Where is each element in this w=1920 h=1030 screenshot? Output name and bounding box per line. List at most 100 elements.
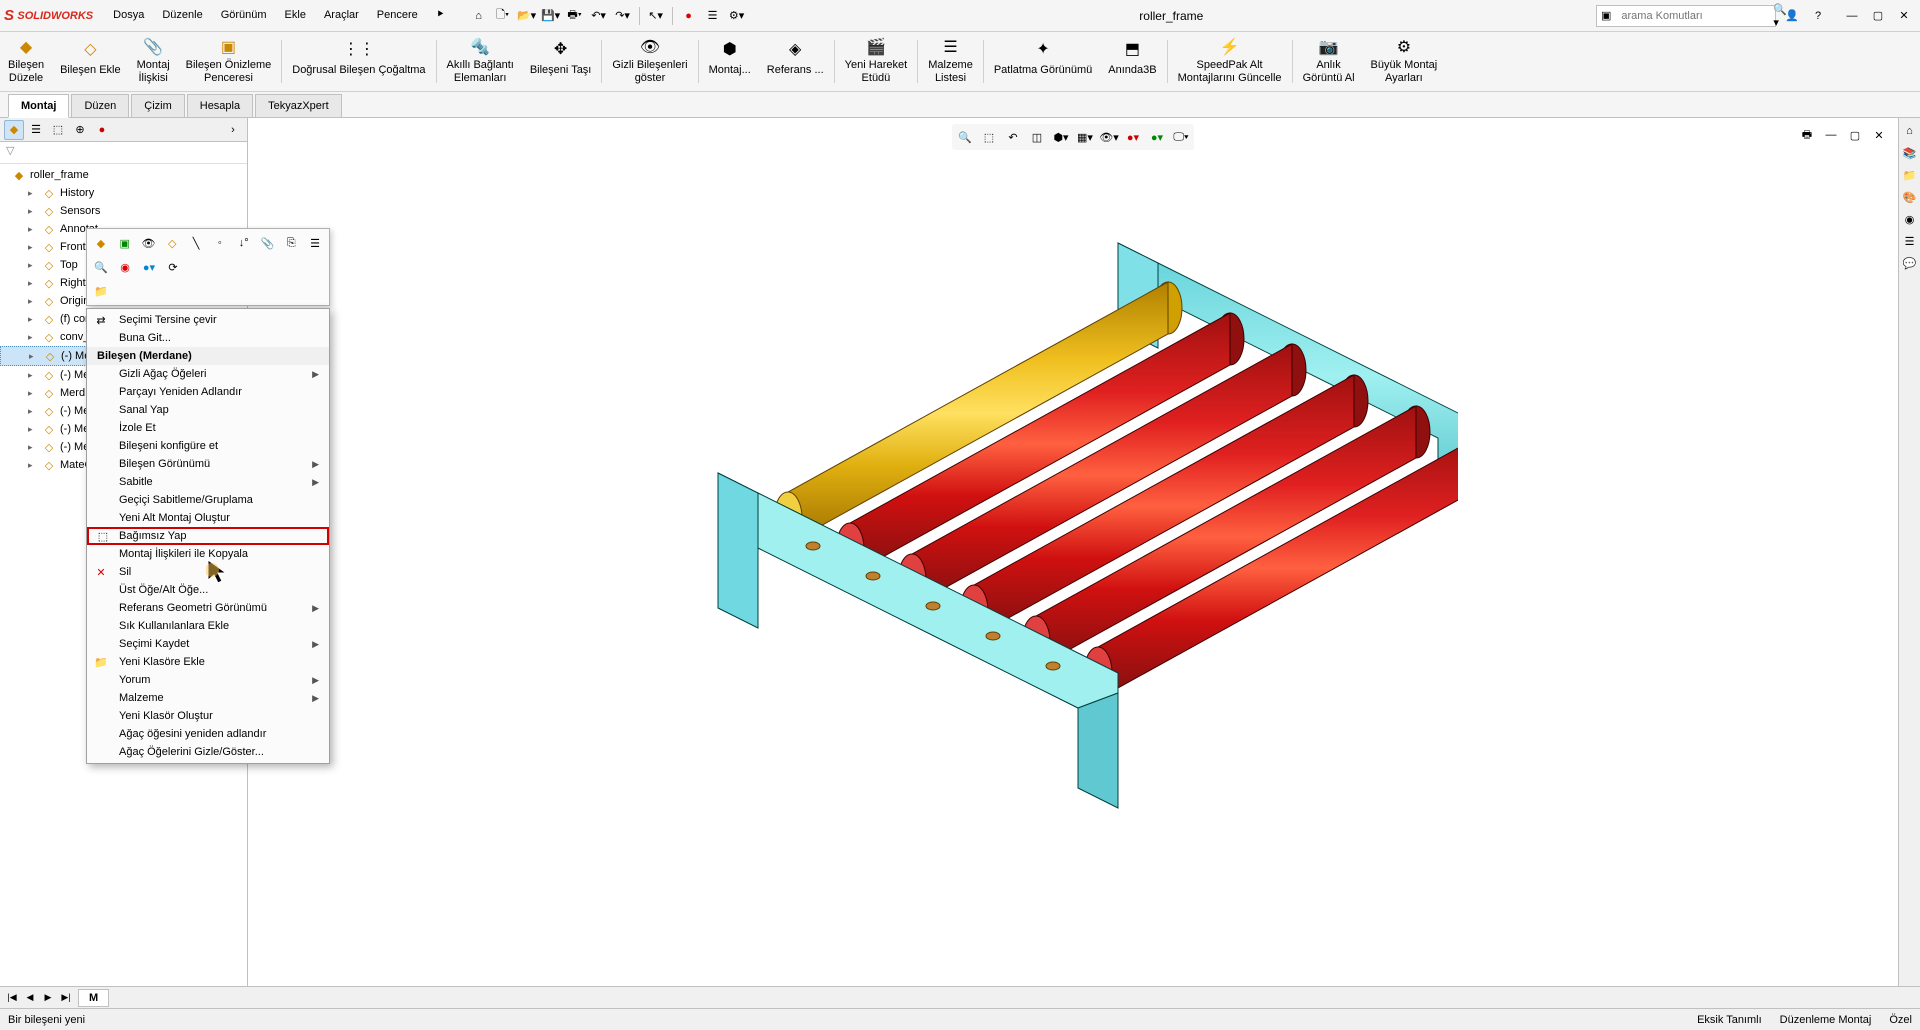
ribbon-show-hidden[interactable]: 👁Gizli Bileşenleri göster (604, 36, 695, 87)
minimize-button[interactable]: — (1840, 6, 1864, 26)
cm-item[interactable]: Yorum▶ (87, 671, 329, 689)
cm-item[interactable]: Seçimi Kaydet▶ (87, 635, 329, 653)
ctx-suppress-icon[interactable]: ╲ (186, 233, 206, 253)
cm-item[interactable]: Geçiçi Sabitleme/Gruplama (87, 491, 329, 509)
taskpane-custom-props-icon[interactable]: ☰ (1901, 232, 1919, 250)
doc-tab-model[interactable]: M (78, 989, 109, 1007)
home-icon[interactable]: ⌂ (469, 6, 489, 26)
cm-item[interactable]: ✕Sil (87, 563, 329, 581)
cm-item[interactable]: Sabitle▶ (87, 473, 329, 491)
taskpane-file-explorer-icon[interactable]: 📁 (1901, 166, 1919, 184)
cm-item[interactable]: Referans Geometri Görünümü▶ (87, 599, 329, 617)
taskpane-view-palette-icon[interactable]: 🎨 (1901, 188, 1919, 206)
ribbon-speedpak[interactable]: ⚡SpeedPak Alt Montajlarını Güncelle (1170, 36, 1290, 87)
ribbon-snapshot[interactable]: 📷Anlık Görüntü Al (1295, 36, 1363, 87)
tab-evaluate[interactable]: Hesapla (187, 94, 253, 117)
doc-print-icon[interactable]: 🖶 (1796, 124, 1818, 146)
cm-item[interactable]: Yeni Alt Montaj Oluştur (87, 509, 329, 527)
menu-tools[interactable]: Araçlar (316, 5, 367, 26)
cm-item[interactable]: Ağaç öğesini yeniden adlandır (87, 725, 329, 743)
ctx-fix-icon[interactable]: ↓° (234, 233, 254, 253)
viewport-3d[interactable]: 🔍 ⬚ ↶ ◫ ⬢▾ ▦▾ 👁▾ ●▾ ●▾ 🖵▾ 🖶 — ▢ ✕ (248, 118, 1898, 998)
ribbon-smart-fasteners[interactable]: 🔩Akıllı Bağlantı Elemanları (439, 36, 522, 87)
search-box[interactable]: ▣ 🔍▾ (1596, 5, 1776, 27)
featuremanager-tab-icon[interactable]: ◆ (4, 120, 24, 140)
display-style-icon[interactable]: ▦▾ (1074, 126, 1096, 148)
tab-assembly[interactable]: Montaj (8, 94, 69, 118)
ctx-mate-icon[interactable]: 📎 (258, 233, 278, 253)
ribbon-move-component[interactable]: ✥Bileşeni Taşı (522, 36, 600, 87)
open-icon[interactable]: 📂▾ (517, 6, 537, 26)
ribbon-bom[interactable]: ☰Malzeme Listesi (920, 36, 981, 87)
undo-icon[interactable]: ↶▾ (589, 6, 609, 26)
tree-item[interactable]: ▸◇Sensors (0, 202, 247, 220)
cm-item[interactable]: Yeni Klasör Oluştur (87, 707, 329, 725)
close-button[interactable]: ✕ (1892, 6, 1916, 26)
maximize-button[interactable]: ▢ (1866, 6, 1890, 26)
filter-icon[interactable]: ▽ (6, 145, 14, 157)
doc-minimize-icon[interactable]: — (1820, 124, 1842, 146)
display-tab-icon[interactable]: ● (92, 120, 112, 140)
cm-item[interactable]: Bileşeni konfigüre et (87, 437, 329, 455)
hide-show-icon[interactable]: 👁▾ (1098, 126, 1120, 148)
ctx-open-part-icon[interactable]: ▣ (115, 233, 135, 253)
taskpane-forum-icon[interactable]: 💬 (1901, 254, 1919, 272)
options-icon[interactable]: ☰ (703, 6, 723, 26)
cm-item[interactable]: 📁Yeni Klasöre Ekle (87, 653, 329, 671)
taskpane-home-icon[interactable]: ⌂ (1901, 122, 1919, 140)
tab-tekyaz[interactable]: TekyazXpert (255, 94, 342, 117)
search-input[interactable] (1615, 10, 1769, 22)
zoom-fit-icon[interactable]: 🔍 (954, 126, 976, 148)
ctx-isolate-icon[interactable]: ◦ (210, 233, 230, 253)
cm-item[interactable]: Ağaç Öğelerini Gizle/Göster... (87, 743, 329, 761)
panel-expand-icon[interactable]: › (223, 120, 243, 140)
cm-item[interactable]: Malzeme▶ (87, 689, 329, 707)
cm-invert-selection[interactable]: ⇄Seçimi Tersine çevir (87, 311, 329, 329)
ribbon-linear-pattern[interactable]: ⋮⋮Doğrusal Bileşen Çoğaltma (284, 36, 433, 87)
tree-item[interactable]: ▸◇History (0, 184, 247, 202)
edit-appearance-icon[interactable]: ●▾ (1122, 126, 1144, 148)
ribbon-insert-component[interactable]: ◇Bileşen Ekle (52, 36, 129, 87)
ctx-view-mates-icon[interactable]: ◇ (162, 233, 182, 253)
view-orientation-icon[interactable]: ⬢▾ (1050, 126, 1072, 148)
taskpane-appearances-icon[interactable]: ◉ (1901, 210, 1919, 228)
ctx-zoom-icon[interactable]: 🔍 (91, 257, 111, 277)
section-view-icon[interactable]: ◫ (1026, 126, 1048, 148)
menu-file[interactable]: Dosya (105, 5, 152, 26)
ribbon-edit-component[interactable]: ◆Bileşen Düzele (0, 36, 52, 87)
doc-maximize-icon[interactable]: ▢ (1844, 124, 1866, 146)
cm-item[interactable]: İzole Et (87, 419, 329, 437)
menu-view[interactable]: Görünüm (213, 5, 275, 26)
ctx-transparency-icon[interactable]: ●▾ (139, 257, 159, 277)
doc-nav-first-icon[interactable]: |◀ (4, 990, 20, 1006)
menu-insert[interactable]: Ekle (277, 5, 314, 26)
ribbon-mate[interactable]: 📎Montaj İlişkisi (129, 36, 178, 87)
cm-item[interactable]: ⬚Bağımsız Yap (87, 527, 329, 545)
tree-root[interactable]: ◆roller_frame (0, 166, 247, 184)
ribbon-assembly-features[interactable]: ⬢Montaj... (701, 36, 759, 87)
tab-sketch[interactable]: Çizim (131, 94, 185, 117)
cm-item[interactable]: Sık Kullanılanlara Ekle (87, 617, 329, 635)
taskpane-design-library-icon[interactable]: 📚 (1901, 144, 1919, 162)
ctx-properties-icon[interactable]: ☰ (305, 233, 325, 253)
view-settings-icon[interactable]: 🖵▾ (1170, 126, 1192, 148)
select-icon[interactable]: ↖▾ (646, 6, 666, 26)
new-icon[interactable]: 🗋▾ (493, 6, 513, 26)
redo-icon[interactable]: ↷▾ (613, 6, 633, 26)
tab-layout[interactable]: Düzen (71, 94, 129, 117)
prev-view-icon[interactable]: ↶ (1002, 126, 1024, 148)
cm-item[interactable]: Parçayı Yeniden Adlandır (87, 383, 329, 401)
save-icon[interactable]: 💾▾ (541, 6, 561, 26)
menu-expand-icon[interactable]: ⯈ (428, 5, 453, 26)
zoom-area-icon[interactable]: ⬚ (978, 126, 1000, 148)
print-icon[interactable]: 🖶▾ (565, 6, 585, 26)
ribbon-preview-window[interactable]: ▣Bileşen Önizleme Penceresi (178, 36, 280, 87)
help-icon[interactable]: ? (1808, 6, 1828, 26)
ctx-copy-icon[interactable]: ⎘ (281, 233, 301, 253)
propertymanager-tab-icon[interactable]: ☰ (26, 120, 46, 140)
ctx-appearance-icon[interactable]: ◉ (115, 257, 135, 277)
ribbon-instant3d[interactable]: ⬒Anında3B (1100, 36, 1164, 87)
status-units[interactable]: Özel (1889, 1014, 1912, 1026)
doc-nav-next-icon[interactable]: ▶ (40, 990, 56, 1006)
ribbon-reference-geometry[interactable]: ◈Referans ... (759, 36, 832, 87)
